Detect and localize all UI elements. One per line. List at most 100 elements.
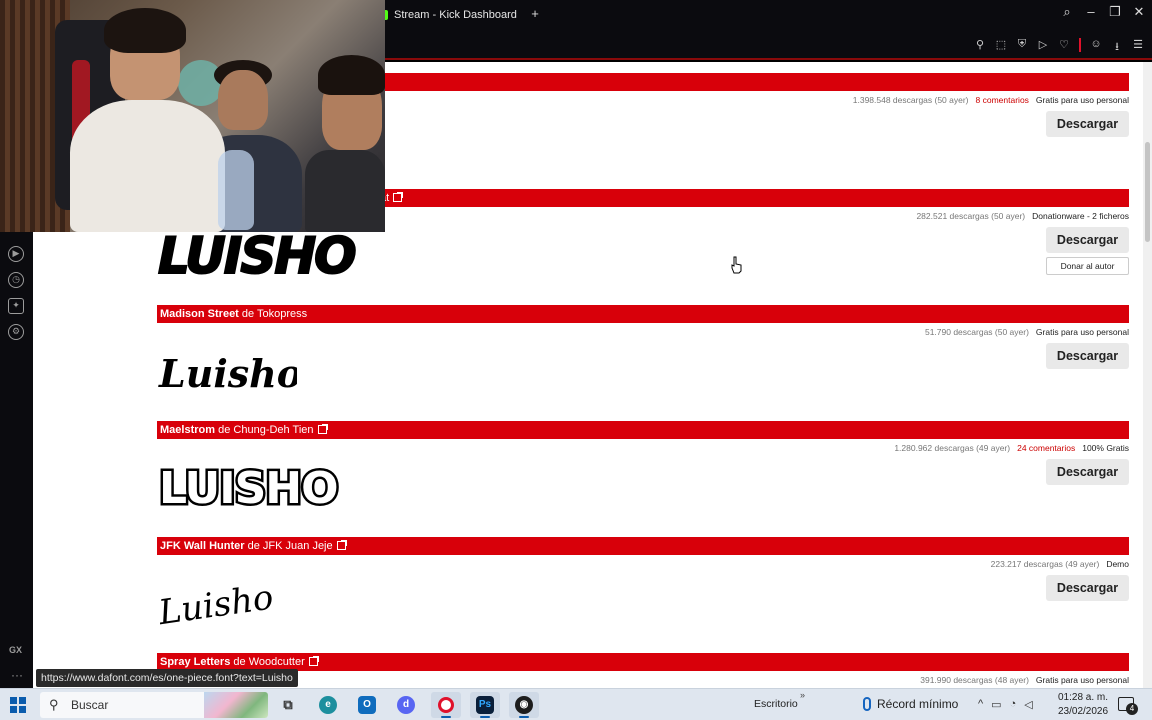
- heart-icon[interactable]: ♡: [1058, 38, 1070, 57]
- font-entry: Madison Street de Tokopress 51.790 desca…: [157, 305, 1129, 396]
- font-meta: 1.280.962 descargas (49 ayer) 24 comentar…: [894, 443, 1129, 453]
- desktop-label[interactable]: Escritorio: [754, 698, 798, 710]
- player-icon[interactable]: ▶: [8, 246, 24, 262]
- font-title-bar[interactable]: JFK Wall Hunter de JFK Juan Jeje: [157, 537, 1129, 555]
- font-author[interactable]: JFK Juan Jeje: [263, 540, 333, 552]
- discord-icon[interactable]: d: [391, 692, 421, 718]
- weather-text: Récord mínimo: [877, 697, 959, 711]
- font-name[interactable]: Madison Street: [160, 308, 239, 320]
- history-icon[interactable]: ◷: [8, 272, 24, 288]
- wifi-icon[interactable]: ◔: [1010, 698, 1017, 711]
- person-1-body: [70, 100, 225, 232]
- external-link-icon[interactable]: [308, 656, 319, 666]
- download-count: 223.217 descargas (49 ayer): [990, 559, 1100, 569]
- download-icon[interactable]: ⭳: [1111, 38, 1123, 57]
- taskbar-search[interactable]: ⚲ Buscar: [40, 692, 268, 718]
- toolbar-overflow[interactable]: »: [800, 690, 805, 700]
- download-count: 391.990 descargas (48 ayer): [920, 675, 1029, 685]
- font-title-bar[interactable]: Madison Street de Tokopress: [157, 305, 1129, 323]
- weather-widget[interactable]: Récord mínimo: [863, 697, 958, 711]
- download-button[interactable]: Descargar: [1046, 575, 1129, 601]
- menu-icon[interactable]: ☰: [1132, 38, 1144, 57]
- photoshop-icon[interactable]: Ps: [470, 692, 500, 718]
- search-icon: ⚲: [49, 697, 59, 712]
- opera-gx-icon[interactable]: [431, 692, 461, 718]
- download-count: 51.790 descargas (50 ayer): [924, 327, 1029, 337]
- font-author[interactable]: Woodcutter: [249, 656, 305, 668]
- volume-icon[interactable]: ◁: [1024, 698, 1032, 711]
- download-button[interactable]: Descargar: [1046, 227, 1129, 253]
- thermometer-icon: [863, 697, 871, 711]
- font-entry: Maelstrom de Chung-Deh Tien 1.280.962 de…: [157, 421, 1129, 517]
- screen: Stream - Kick Dashboard + ⌕ – ❐ ✕ ⚲ ⬚ ⛨ …: [0, 0, 1152, 720]
- tab-kick-dashboard[interactable]: Stream - Kick Dashboard: [378, 4, 517, 26]
- external-link-icon[interactable]: [393, 192, 404, 202]
- pin-icon[interactable]: ⚲: [974, 38, 986, 57]
- task-view-icon[interactable]: ⧉: [273, 692, 303, 718]
- windows-start-icon[interactable]: [10, 697, 26, 713]
- person-3-hair: [318, 55, 385, 95]
- hand-cursor-icon: [731, 256, 742, 274]
- status-url-tooltip: https://www.dafont.com/es/one-piece.font…: [36, 669, 298, 687]
- font-name[interactable]: Maelstrom: [160, 424, 215, 436]
- search-highlight-image: [204, 692, 268, 718]
- external-link-icon[interactable]: [317, 424, 328, 434]
- gx-label[interactable]: GX: [9, 645, 22, 655]
- settings-icon[interactable]: ⚙: [8, 324, 24, 340]
- window-controls: ⌕ – ❐ ✕: [1060, 4, 1146, 20]
- restore-icon[interactable]: ❐: [1108, 4, 1122, 20]
- browser-sidebar: ▶ ◷ ✦ ⚙ GX ···: [0, 232, 33, 688]
- search-placeholder: Buscar: [71, 698, 109, 712]
- system-tray: ^ ▭ ◔ ◁: [978, 698, 1033, 711]
- comments-link[interactable]: 8 comentarios: [976, 95, 1029, 105]
- account-icon[interactable]: ☺: [1090, 38, 1102, 57]
- license-label: 100% Gratis: [1082, 443, 1129, 453]
- font-preview[interactable]: LUISHO: [157, 455, 387, 519]
- search-icon[interactable]: ⌕: [1060, 4, 1074, 20]
- font-preview[interactable]: LUISHO: [157, 223, 357, 287]
- external-link-icon[interactable]: [336, 540, 347, 550]
- font-name[interactable]: Spray Letters: [160, 656, 230, 668]
- edge-icon[interactable]: e: [313, 692, 343, 718]
- download-button[interactable]: Descargar: [1046, 343, 1129, 369]
- scrollbar-thumb[interactable]: [1145, 142, 1150, 242]
- snapshot-icon[interactable]: ⬚: [995, 38, 1007, 57]
- font-meta: 51.790 descargas (50 ayer) Gratis para us…: [925, 327, 1129, 337]
- toolbar-icons: ⚲ ⬚ ⛨ ▷ ♡ ☺ ⭳ ☰: [974, 38, 1144, 57]
- minimize-icon[interactable]: –: [1084, 4, 1098, 20]
- new-tab-button[interactable]: +: [528, 7, 542, 21]
- font-title-bar[interactable]: Maelstrom de Chung-Deh Tien: [157, 421, 1129, 439]
- windows-taskbar: ⚲ Buscar ⧉ e O d Ps ◉ Escritorio » Récor…: [0, 688, 1152, 720]
- font-name[interactable]: JFK Wall Hunter: [160, 540, 245, 552]
- shield-icon[interactable]: ⛨: [1016, 38, 1028, 57]
- battery-icon[interactable]: ▭: [991, 698, 1001, 711]
- font-title-bar[interactable]: Spray Letters de Woodcutter: [157, 653, 1129, 671]
- clock-time: 01:28 a. m.: [1058, 692, 1109, 703]
- outlook-icon[interactable]: O: [352, 692, 382, 718]
- person-3-body: [305, 150, 385, 232]
- font-author[interactable]: Tokopress: [257, 308, 307, 320]
- download-button[interactable]: Descargar: [1046, 459, 1129, 485]
- download-count: 282.521 descargas (50 ayer): [916, 211, 1026, 221]
- font-preview[interactable]: Luisho: [157, 339, 297, 403]
- font-meta: 391.990 descargas (48 ayer) Gratis para u…: [920, 675, 1129, 685]
- close-icon[interactable]: ✕: [1132, 4, 1146, 20]
- play-icon[interactable]: ▷: [1037, 38, 1049, 57]
- download-count: 1.280.962 descargas (49 ayer): [894, 443, 1011, 453]
- chevron-up-icon[interactable]: ^: [978, 698, 983, 711]
- page-scrollbar[interactable]: [1143, 62, 1152, 688]
- comments-link[interactable]: 24 comentarios: [1017, 443, 1075, 453]
- extensions-icon[interactable]: ✦: [8, 298, 24, 314]
- font-entry: Spray Letters de Woodcutter 391.990 desc…: [157, 653, 1129, 685]
- author-prefix: de: [218, 424, 231, 436]
- toolbar-divider: [1079, 38, 1081, 52]
- donate-button[interactable]: Donar al autor: [1046, 257, 1129, 275]
- clock[interactable]: 01:28 a. m. 23/02/2026: [1058, 691, 1108, 719]
- font-preview[interactable]: Luisho: [157, 571, 277, 635]
- font-meta: 282.521 descargas (50 ayer) Donationware …: [916, 211, 1129, 221]
- author-prefix: de: [241, 308, 255, 320]
- download-button[interactable]: Descargar: [1046, 111, 1129, 137]
- obs-icon[interactable]: ◉: [509, 692, 539, 718]
- more-icon[interactable]: ···: [11, 668, 23, 682]
- font-author[interactable]: Chung-Deh Tien: [233, 424, 313, 436]
